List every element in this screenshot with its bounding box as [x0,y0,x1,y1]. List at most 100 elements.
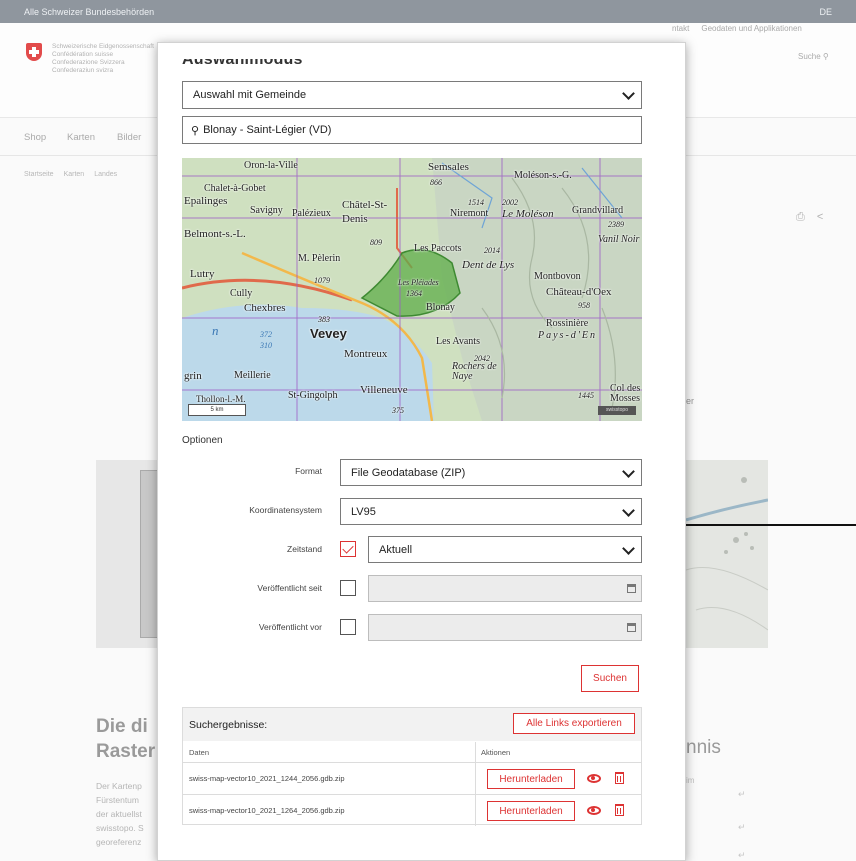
map-label: St-Gingolph [288,390,338,401]
published-before-checkbox[interactable] [340,619,356,635]
map-label: Lutry [190,268,215,280]
topnav-geodaten[interactable]: Geodaten und Applikationen [701,24,802,33]
federal-topbar: Alle Schweizer Bundesbehörden DE [0,0,856,23]
published-since-label: Veröffentlicht seit [257,583,322,593]
search-results-panel: Suchergebnisse: Alle Links exportieren D… [182,707,642,826]
checkmark-icon [342,542,354,554]
map-label: grin [184,370,202,382]
map-elevation: 310 [260,341,272,350]
map-elevation: 375 [392,406,404,415]
zeitstand-select[interactable]: Aktuell [368,536,642,563]
map-label: Dent de Lys [462,259,515,271]
map-elevation: 1079 [314,276,330,285]
trash-icon[interactable] [615,772,624,784]
published-before-label: Veröffentlicht vor [258,622,322,632]
table-row: swiss-map-vector10_2021_1264_2056.gdb.zi… [183,794,641,826]
download-button[interactable]: Herunterladen [487,801,575,821]
published-before-date-input[interactable] [368,614,642,641]
format-select[interactable]: File Geodatabase (ZIP) [340,459,642,486]
trash-icon[interactable] [615,804,624,816]
background-title: Die di Raster [96,716,156,762]
topnav-kontakt[interactable]: ntakt [672,24,689,33]
swiss-cross-logo-icon [26,43,42,61]
crs-label: Koordinatensystem [249,505,322,515]
crs-select[interactable]: LV95 [340,498,642,525]
print-icon[interactable]: ⎙ [796,211,805,224]
map-label: Rossinière [546,318,589,329]
file-name: swiss-map-vector10_2021_1264_2056.gdb.zi… [189,806,345,815]
format-label: Format [295,466,322,476]
selection-mode-select[interactable]: Auswahl mit Gemeinde [182,81,642,109]
map-label: Montreux [344,348,388,360]
map-water-label: n [212,323,219,338]
column-header-actions: Aktionen [481,747,511,757]
federal-authorities-link[interactable]: Alle Schweizer Bundesbehörden [24,7,154,17]
top-navigation: ntakt Geodaten und Applikationen [672,24,802,33]
map-scale-bar: 5 km [188,404,246,416]
selection-map[interactable]: Oron-la-Ville Semsales Moléson-s.-G. Cha… [182,158,642,421]
return-arrow-icon: ↵ [738,789,746,799]
map-label: Vevey [310,326,347,341]
map-elevation: 383 [318,315,330,324]
results-header: Suchergebnisse: Alle Links exportieren [183,708,641,741]
results-title: Suchergebnisse: [189,719,268,731]
map-label: Belmont-s.-L. [184,228,246,240]
eye-icon[interactable] [587,774,601,783]
map-label: Meillerie [234,370,271,381]
confederation-text: Schweizerische Eidgenossenschaft Confédé… [52,43,154,74]
municipality-search-input[interactable]: ⚲ Blonay - Saint-Légier (VD) [182,116,642,144]
zeitstand-checkbox[interactable] [340,541,356,557]
published-since-date-input[interactable] [368,575,642,602]
breadcrumb: Startseite Karten Landes [24,171,118,178]
export-all-links-button[interactable]: Alle Links exportieren [513,713,635,734]
map-label: Savigny [250,205,283,216]
map-elevation: 1445 [578,391,594,400]
background-right-title: nnis [686,737,721,758]
map-label: Grandvillard [572,205,624,216]
published-since-checkbox[interactable] [340,580,356,596]
menu-item-karten[interactable]: Karten [67,132,95,143]
menu-item-bilder[interactable]: Bilder [117,132,141,143]
map-label: M. Pèlerin [298,253,341,264]
map-elevation: 2002 [502,198,518,207]
map-label: Chalet-à-Gobet [204,183,266,194]
map-elevation: 958 [578,301,590,310]
chevron-down-icon [622,464,635,478]
map-label: Villeneuve [360,384,408,396]
map-label: Moléson-s.-G. [514,170,572,181]
background-map-image [685,460,769,648]
map-label: Epalinges [184,195,228,207]
share-icon[interactable]: < [817,211,823,224]
search-button[interactable]: Suchen [581,665,639,692]
search-icon: ⚲ [822,52,829,61]
download-button[interactable]: Herunterladen [487,769,575,789]
map-elevation: 2014 [484,246,500,255]
return-arrow-icon: ↵ [738,850,746,860]
map-label: Pays-d'En [538,330,598,341]
background-divider [678,524,856,526]
map-texture [685,477,769,631]
calendar-icon [627,623,636,632]
map-label: Château-d'Oex [546,286,612,298]
map-label: Rochers de Naye [452,361,497,382]
background-map-preview [96,460,160,648]
map-label: Semsales [428,161,469,173]
modal-title: Auswahlmodus [182,51,303,68]
eye-icon[interactable] [587,806,601,815]
options-heading: Optionen [182,435,223,446]
map-label: Montbovon [534,271,581,282]
map-label: Vanil Noir [598,234,640,245]
map-label: Col des Mosses [610,383,641,404]
map-label: Les Pléiades [398,278,439,287]
header-search[interactable]: Suche ⚲ [798,52,829,61]
map-elevation: 2042 [474,354,490,363]
map-label: Oron-la-Ville [244,160,298,171]
map-elevation: 866 [430,178,442,187]
language-switch[interactable]: DE [819,7,832,17]
table-row: swiss-map-vector10_2021_1244_2056.gdb.zi… [183,762,641,794]
map-elevation: 1514 [468,198,484,207]
map-label: Cully [230,288,253,299]
menu-item-shop[interactable]: Shop [24,132,46,143]
map-label: Le Moléson [502,208,554,220]
chevron-down-icon [622,541,635,555]
